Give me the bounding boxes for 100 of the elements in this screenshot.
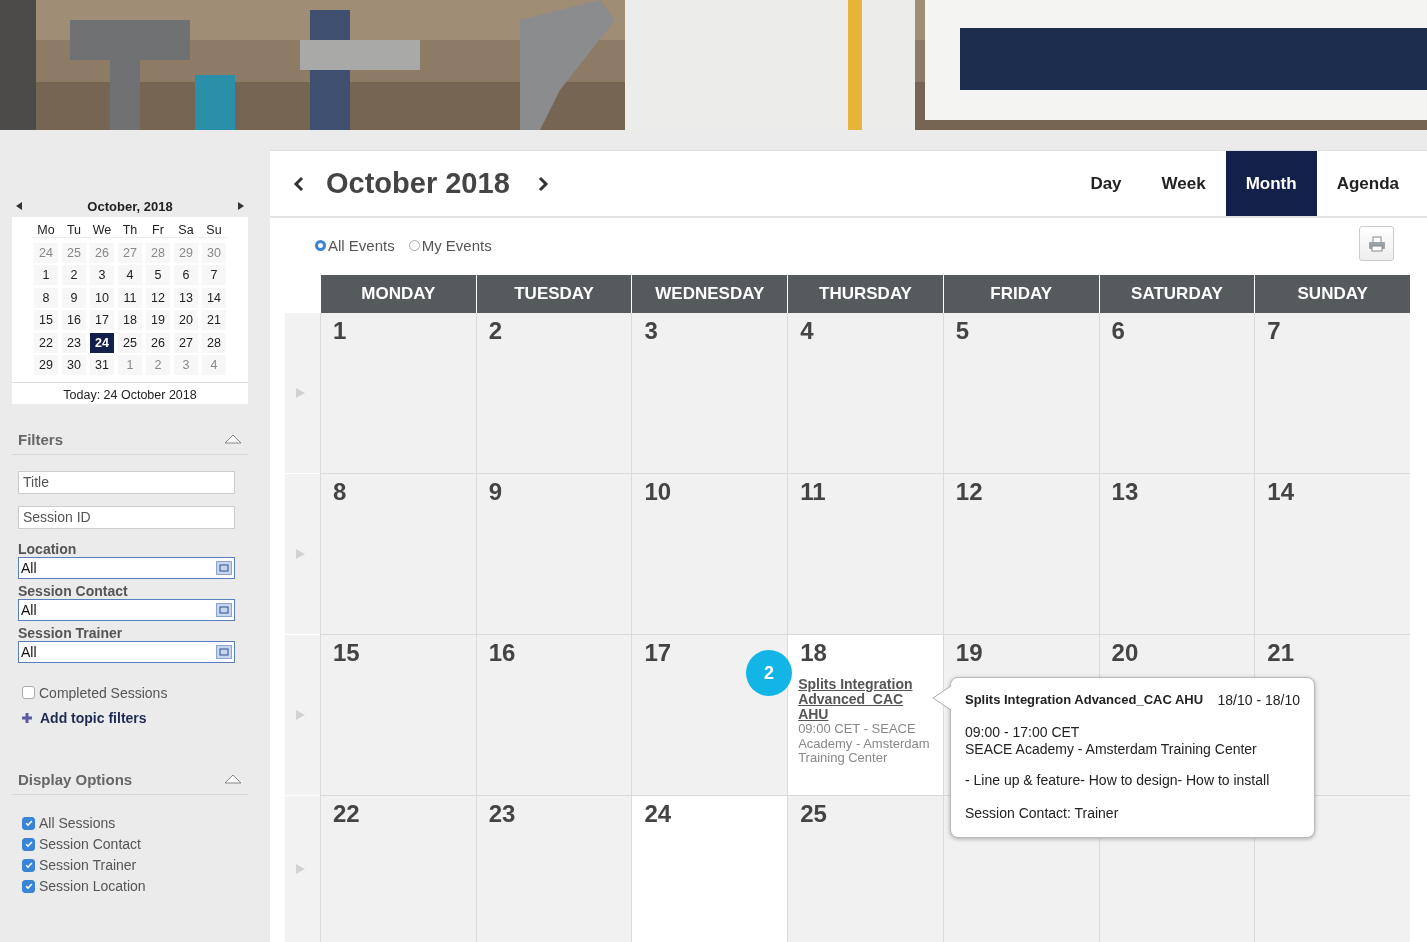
text-field[interactable]: Session ID — [18, 505, 235, 529]
select-field[interactable]: All — [18, 556, 235, 579]
date-cell[interactable]: 4 — [118, 265, 142, 286]
day-cell[interactable]: 22 — [320, 796, 476, 942]
date-cell[interactable]: 8 — [34, 287, 58, 308]
date-cell[interactable]: 1 — [34, 265, 58, 286]
column-header: WEDNESDAY — [631, 275, 788, 313]
day-cell[interactable]: 7 — [1254, 313, 1410, 474]
chevron-left-icon[interactable] — [293, 175, 305, 192]
view-tab[interactable]: Month — [1225, 151, 1317, 216]
day-cell[interactable]: 8 — [320, 474, 476, 635]
radio-button[interactable] — [408, 240, 420, 251]
day-cell[interactable]: 25 — [787, 796, 943, 942]
day-cell[interactable]: 12 — [942, 474, 1099, 635]
date-cell[interactable]: 28 — [202, 332, 226, 353]
day-cell[interactable]: 18 Splits Integration Advanced_CAC AHU 09:00 CET - SEACE Academy - Amsterdam Training Center — [787, 635, 943, 796]
date-cell[interactable]: 16 — [62, 310, 86, 331]
date-cell[interactable]: 6 — [174, 265, 198, 286]
day-cell[interactable]: 5 — [942, 313, 1099, 474]
checkbox[interactable] — [22, 879, 35, 893]
weekday-label: Mo — [32, 222, 60, 238]
day-number: 21 — [1267, 639, 1294, 667]
view-tab[interactable]: Week — [1141, 151, 1226, 216]
date-cell[interactable]: 7 — [202, 265, 226, 286]
date-cell[interactable]: 13 — [174, 287, 198, 308]
date-cell[interactable]: 3 — [90, 265, 114, 286]
date-cell[interactable]: 29 — [34, 355, 58, 376]
date-cell[interactable]: 25 — [118, 332, 142, 353]
date-cell[interactable]: 11 — [118, 287, 142, 308]
day-number: 9 — [488, 478, 503, 506]
date-cell[interactable]: 21 — [202, 310, 226, 331]
weekday-label: Tu — [60, 222, 88, 238]
tooltip-contact: Session Contact: Trainer — [965, 805, 1120, 822]
day-number: 25 — [800, 800, 827, 828]
date-cell[interactable]: 5 — [146, 265, 170, 286]
date-cell[interactable]: 26 — [146, 332, 170, 353]
field-label: Session Contact — [18, 582, 129, 599]
date-cell[interactable]: 12 — [146, 287, 170, 308]
day-number: 24 — [644, 800, 672, 828]
day-number: 14 — [1267, 478, 1294, 506]
collapse-icon[interactable] — [224, 774, 242, 784]
day-cell[interactable]: 15 — [320, 635, 476, 796]
select-field[interactable]: All — [18, 598, 235, 621]
collapse-icon[interactable] — [224, 434, 242, 444]
add-topic-filters-link[interactable]: Add topic filters — [40, 709, 147, 726]
day-number: 23 — [488, 800, 516, 828]
day-cell[interactable]: 2 — [475, 313, 632, 474]
date-cell[interactable]: 31 — [90, 355, 114, 376]
date-cell[interactable]: 10 — [90, 287, 114, 308]
view-tab[interactable]: Agenda — [1316, 151, 1419, 216]
chevron-right-icon[interactable] — [536, 175, 549, 192]
day-cell[interactable]: 11 — [787, 474, 943, 635]
checkbox[interactable] — [22, 837, 35, 851]
date-cell[interactable]: 22 — [34, 332, 58, 353]
column-header: TUESDAY — [475, 275, 632, 313]
text-field[interactable]: Title — [18, 470, 235, 494]
date-cell[interactable]: 17 — [90, 310, 114, 331]
date-cell[interactable]: 19 — [146, 310, 170, 331]
day-cell[interactable]: 3 — [631, 313, 788, 474]
date-cell[interactable]: 14 — [202, 287, 226, 308]
checkbox[interactable] — [22, 686, 35, 699]
day-cell[interactable]: 1 — [320, 313, 476, 474]
checkbox-label: Completed Sessions — [39, 684, 168, 701]
day-cell[interactable]: 13 — [1098, 474, 1255, 635]
radio-label: All Events — [328, 237, 395, 254]
day-cell[interactable]: 4 — [787, 313, 943, 474]
day-number: 15 — [333, 639, 360, 667]
weekday-label: We — [88, 222, 116, 238]
checkbox[interactable] — [22, 858, 35, 872]
date-cell[interactable]: 30 — [62, 355, 86, 376]
checkbox-label: All Sessions — [39, 815, 116, 831]
section-heading: Display Options — [18, 770, 133, 788]
select-field[interactable]: All — [18, 640, 235, 663]
column-header: THURSDAY — [787, 275, 943, 313]
date-cell[interactable]: 24 — [90, 332, 114, 353]
day-cell[interactable]: 14 — [1254, 474, 1410, 635]
previous-month-icon[interactable] — [16, 202, 22, 210]
date-cell[interactable]: 23 — [62, 332, 86, 353]
date-cell[interactable]: 2 — [62, 265, 86, 286]
checkbox[interactable] — [22, 816, 35, 830]
view-tab[interactable]: Day — [1070, 151, 1142, 216]
day-cell[interactable]: 16 — [475, 635, 632, 796]
day-cell[interactable]: 6 — [1098, 313, 1255, 474]
dropdown-icon[interactable] — [216, 644, 232, 659]
date-cell[interactable]: 20 — [174, 310, 198, 331]
date-cell[interactable]: 9 — [62, 287, 86, 308]
dropdown-icon[interactable] — [216, 560, 232, 575]
print-button[interactable] — [1359, 226, 1394, 261]
date-cell[interactable]: 4 — [202, 355, 226, 376]
day-cell[interactable]: 10 — [631, 474, 788, 635]
day-cell[interactable]: 9 — [475, 474, 632, 635]
date-cell[interactable]: 18 — [118, 310, 142, 331]
date-cell[interactable]: 15 — [34, 310, 58, 331]
date-cell[interactable]: 27 — [174, 332, 198, 353]
radio-button[interactable] — [315, 240, 326, 251]
today-label[interactable]: Today: 24 October 2018 — [12, 381, 248, 404]
dropdown-icon[interactable] — [216, 602, 232, 617]
event-link[interactable]: Splits Integration Advanced_CAC AHU — [798, 677, 933, 722]
next-month-icon[interactable] — [238, 202, 244, 210]
day-cell[interactable]: 23 — [475, 796, 632, 942]
